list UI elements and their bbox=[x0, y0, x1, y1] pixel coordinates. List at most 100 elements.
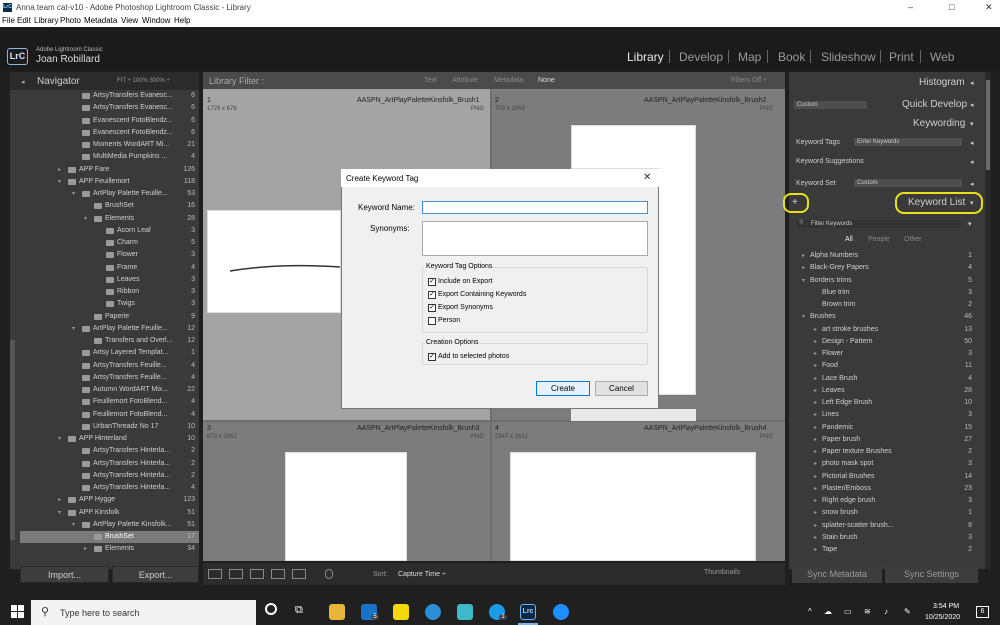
export-button[interactable]: Export... bbox=[112, 566, 199, 583]
module-map[interactable]: Map bbox=[738, 50, 761, 64]
export-synonyms-label[interactable]: Export Synonyms bbox=[438, 304, 493, 311]
edge-browser-icon[interactable] bbox=[425, 604, 441, 620]
thumbnail-image[interactable] bbox=[207, 210, 341, 313]
folder-row[interactable]: Charm 5 bbox=[20, 237, 199, 249]
thumbnails-slider-label[interactable]: Thumbnails bbox=[704, 569, 740, 576]
folder-row[interactable]: ▾ ArtPlay Palette Feuille... 12 bbox=[20, 323, 199, 335]
navigator-zoom-options[interactable]: FIT ÷ 100% 300% ÷ bbox=[117, 78, 170, 84]
cortana-icon[interactable] bbox=[265, 603, 277, 615]
keyword-row[interactable]: ▾ Borders trims 5 bbox=[790, 275, 975, 287]
expanded-triangle-icon[interactable]: ▾ bbox=[72, 521, 75, 528]
collapse-triangle-icon[interactable]: ◂ bbox=[970, 101, 974, 109]
battery-icon[interactable]: ▭ bbox=[844, 607, 852, 616]
expanded-triangle-icon[interactable]: ▾ bbox=[58, 509, 61, 516]
file-explorer-icon[interactable] bbox=[329, 604, 345, 620]
app-icon[interactable] bbox=[553, 604, 569, 620]
people-view-icon[interactable] bbox=[292, 569, 306, 579]
compare-view-icon[interactable] bbox=[250, 569, 264, 579]
scrollbar-thumb[interactable] bbox=[986, 80, 990, 170]
menu-file[interactable]: File bbox=[2, 16, 15, 25]
folder-row[interactable]: Transfers and Overl... 12 bbox=[20, 335, 199, 347]
menu-help[interactable]: Help bbox=[174, 16, 190, 25]
folder-row[interactable]: UrbanThreadz No 17 10 bbox=[20, 421, 199, 433]
keyword-row[interactable]: Blue trim 3 bbox=[790, 287, 975, 299]
folder-row[interactable]: ▸ APP Fare 126 bbox=[20, 164, 199, 176]
keyword-suggestions-label[interactable]: Keyword Suggestions bbox=[796, 158, 864, 165]
collapsed-triangle-icon[interactable]: ▸ bbox=[814, 534, 817, 541]
keyword-row[interactable]: ▸ Tape 2 bbox=[790, 544, 975, 556]
module-slideshow[interactable]: Slideshow bbox=[821, 50, 876, 64]
sync-settings-button[interactable]: Sync Settings bbox=[885, 566, 978, 583]
keyword-row[interactable]: ▸ Plaster/Emboss 23 bbox=[790, 483, 975, 495]
folder-row[interactable]: Evanescent FotoBlendz... 6 bbox=[20, 127, 199, 139]
folder-row[interactable]: ▾ ArtPlay Palette Feuille... 53 bbox=[20, 188, 199, 200]
folder-row[interactable]: ArtsyTransfers Hinterla... 2 bbox=[20, 470, 199, 482]
folder-row[interactable]: Flower 3 bbox=[20, 249, 199, 261]
keyword-tags-dropdown[interactable]: Enter Keywords bbox=[853, 137, 963, 147]
minimize-button[interactable]: – bbox=[908, 2, 913, 12]
collapse-triangle-icon[interactable]: ◂ bbox=[970, 180, 974, 188]
collapsed-triangle-icon[interactable]: ▸ bbox=[814, 436, 817, 443]
export-containing-keywords-label[interactable]: Export Containing Keywords bbox=[438, 291, 526, 298]
filter-text[interactable]: Text bbox=[424, 77, 437, 84]
keyword-row[interactable]: ▸ photo mask spot 3 bbox=[790, 458, 975, 470]
keyword-row[interactable]: ▸ Leaves 28 bbox=[790, 385, 975, 397]
folder-row[interactable]: Acorn Leaf 3 bbox=[20, 225, 199, 237]
pen-icon[interactable]: ✎ bbox=[904, 607, 911, 616]
import-button[interactable]: Import... bbox=[20, 566, 109, 583]
painter-icon[interactable] bbox=[325, 569, 333, 579]
cancel-button[interactable]: Cancel bbox=[595, 381, 648, 396]
keyword-row[interactable]: ▸ snow brush 1 bbox=[790, 507, 975, 519]
collapsed-triangle-icon[interactable]: ▸ bbox=[814, 362, 817, 369]
folder-row[interactable]: Feuillemort FotoBlend... 4 bbox=[20, 409, 199, 421]
keyword-row[interactable]: ▸ Flower 3 bbox=[790, 348, 975, 360]
close-window-button[interactable]: ✕ bbox=[985, 2, 993, 13]
collapsed-triangle-icon[interactable]: ▸ bbox=[814, 375, 817, 382]
collapsed-triangle-icon[interactable]: ▸ bbox=[814, 497, 817, 504]
keyword-row[interactable]: Brown trim 2 bbox=[790, 299, 975, 311]
filter-keywords-input[interactable]: Filter Keywords bbox=[796, 219, 962, 229]
menu-photo[interactable]: Photo bbox=[60, 16, 81, 25]
notifications-icon[interactable]: 6 bbox=[976, 606, 989, 618]
collapsed-triangle-icon[interactable]: ▸ bbox=[814, 350, 817, 357]
export-containing-keywords-checkbox[interactable]: ✓ bbox=[428, 291, 436, 299]
task-view-icon[interactable]: ⧉ bbox=[295, 604, 303, 617]
tab-people[interactable]: People bbox=[868, 236, 890, 243]
expanded-triangle-icon[interactable]: ▾ bbox=[802, 277, 805, 284]
collapse-triangle-icon[interactable]: ▾ bbox=[970, 120, 974, 128]
histogram-header[interactable]: Histogram bbox=[919, 77, 965, 88]
keyword-row[interactable]: ▸ Stain brush 3 bbox=[790, 532, 975, 544]
keyword-set-dropdown[interactable]: Custom bbox=[853, 178, 963, 188]
folder-row[interactable]: ▸ APP Hygge 123 bbox=[20, 494, 199, 506]
collapse-triangle-icon[interactable]: ◂ bbox=[970, 158, 974, 166]
include-on-export-checkbox[interactable]: ✓ bbox=[428, 278, 436, 286]
folder-row[interactable]: Leaves 3 bbox=[20, 274, 199, 286]
collapsed-triangle-icon[interactable]: ▸ bbox=[814, 326, 817, 333]
collapsed-triangle-icon[interactable]: ▸ bbox=[84, 545, 87, 552]
person-label[interactable]: Person bbox=[438, 317, 460, 324]
collapsed-triangle-icon[interactable]: ▸ bbox=[58, 496, 61, 503]
folder-row[interactable]: Artsy Layered Templat... 1 bbox=[20, 347, 199, 359]
clock-date[interactable]: 10/25/2020 bbox=[925, 614, 960, 621]
keyword-row[interactable]: ▸ Alpha Numbers 1 bbox=[790, 250, 975, 262]
add-to-selected-label[interactable]: Add to selected photos bbox=[438, 353, 509, 360]
module-book[interactable]: Book bbox=[778, 50, 805, 64]
collapse-triangle-icon[interactable]: ◂ bbox=[970, 139, 974, 147]
menu-view[interactable]: View bbox=[121, 16, 138, 25]
keyword-row[interactable]: ▸ Left Edge Brush 10 bbox=[790, 397, 975, 409]
folder-row[interactable]: Evanescent FotoBlendz... 6 bbox=[20, 115, 199, 127]
windows-start-icon[interactable] bbox=[11, 605, 24, 618]
collapsed-triangle-icon[interactable]: ▸ bbox=[814, 399, 817, 406]
keyword-row[interactable]: ▸ splatter-scatter brush... 8 bbox=[790, 520, 975, 532]
quick-develop-header[interactable]: Quick Develop bbox=[902, 99, 967, 110]
restore-button[interactable]: □ bbox=[949, 2, 954, 12]
module-library[interactable]: Library bbox=[627, 50, 664, 64]
folder-row[interactable]: ArtsyTransfers Evanesc... 6 bbox=[20, 102, 199, 114]
saved-preset-dropdown[interactable]: Custom bbox=[793, 100, 868, 110]
folder-row[interactable]: Ribbon 3 bbox=[20, 286, 199, 298]
sort-dropdown[interactable]: Capture Time ÷ bbox=[398, 571, 446, 578]
folder-row[interactable]: BrushSet 16 bbox=[20, 200, 199, 212]
keyword-row[interactable]: ▸ Lace Brush 4 bbox=[790, 373, 975, 385]
expanded-triangle-icon[interactable]: ▾ bbox=[72, 325, 75, 332]
keyword-row[interactable]: ▸ Right edge brush 3 bbox=[790, 495, 975, 507]
